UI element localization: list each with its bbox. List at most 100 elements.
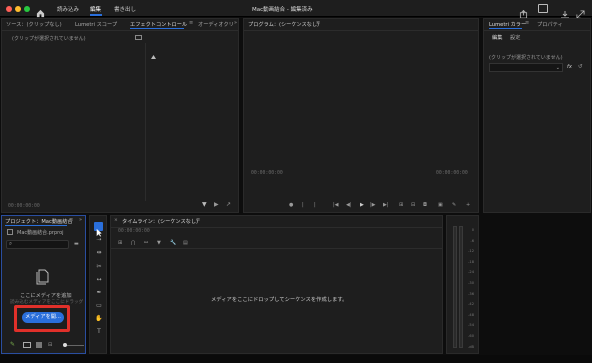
subtab-edit[interactable]: 編集 <box>492 34 502 41</box>
list-view-icon[interactable] <box>23 342 31 348</box>
drop-media-text: メディアをここにドロップしてシーケンスを作成します。 <box>211 297 348 303</box>
play-audio-icon[interactable]: ▶ <box>214 202 219 208</box>
panel-menu-icon[interactable]: ≡ <box>196 217 200 223</box>
play-icon[interactable]: ▶ <box>360 202 364 208</box>
active-tab-underline <box>489 28 522 29</box>
fx-toggle[interactable]: fx <box>567 64 572 70</box>
no-clip-text: (クリップが選択されていません) <box>12 36 86 42</box>
filter-icon[interactable]: ▼ <box>202 202 207 208</box>
fullscreen-icon[interactable] <box>576 4 585 19</box>
divider <box>2 30 238 31</box>
step-forward-icon[interactable]: |▶ <box>370 202 376 208</box>
project-title: Mac動画結合 - 編集済み <box>252 7 313 13</box>
subtab-settings[interactable]: 設定 <box>510 34 520 41</box>
divider <box>111 227 442 228</box>
linked-select-icon[interactable]: ⚯ <box>144 240 148 246</box>
premiere-window: 読み込み 編集 書き出し Mac動画結合 - 編集済み ソース：(クリップなし)… <box>0 0 592 363</box>
tab-source[interactable]: ソース：(クリップなし) <box>6 21 62 28</box>
program-monitor-panel: プログラム：(シーケンスなし) ≡ 00:00:00:00 00:00:00:0… <box>243 18 479 213</box>
overflow-chevron-icon[interactable]: » <box>234 20 237 26</box>
camera-icon[interactable]: ◘ <box>423 202 427 208</box>
compare-icon[interactable]: ▣ <box>438 202 443 208</box>
open-media-button[interactable]: メディアを開... <box>22 312 64 323</box>
icon-view-icon[interactable] <box>36 342 42 348</box>
panel-toggle-icon[interactable] <box>135 35 142 40</box>
share-icon[interactable] <box>519 4 528 19</box>
minimize-window-button[interactable] <box>15 6 21 12</box>
tab-properties[interactable]: プロパティ <box>537 21 563 28</box>
program-title: プログラム：(シーケンスなし) <box>248 22 320 28</box>
active-tab-underline <box>5 225 67 226</box>
razor-icon[interactable]: ✂ <box>95 263 103 271</box>
panel-menu-icon[interactable]: ≡ <box>189 20 193 26</box>
step-back-icon[interactable]: ◀| <box>346 202 352 208</box>
active-tab-underline <box>90 14 102 16</box>
zoom-window-button[interactable] <box>24 6 30 12</box>
program-duration: 00:00:00:00 <box>436 171 468 176</box>
reset-icon[interactable]: ↺ <box>578 64 583 70</box>
ripple-edit-icon[interactable]: ⇹ <box>95 249 103 257</box>
import-media-icon <box>34 267 52 285</box>
clip-dropdown[interactable]: ⌄ <box>489 63 563 72</box>
pencil-icon[interactable]: ✎ <box>10 342 15 348</box>
pen-icon[interactable]: ✒ <box>95 289 103 297</box>
go-to-out-icon[interactable]: ▶| <box>383 202 389 208</box>
freeform-view-icon[interactable]: ⊟ <box>48 342 52 348</box>
panel-menu-icon[interactable]: ≡ <box>316 20 320 26</box>
timeline-timecode: 00:00:00:00 <box>118 229 150 234</box>
snap-icon[interactable]: ⋂ <box>131 240 135 246</box>
divider <box>111 248 442 249</box>
meter-left <box>453 226 457 348</box>
track-select-icon[interactable]: ⇢ <box>95 236 103 244</box>
tab-lumetri-scopes[interactable]: Lumetri スコープ <box>75 21 117 28</box>
add-button-icon[interactable]: + <box>466 202 470 208</box>
nest-icon[interactable]: ⊞ <box>118 240 122 246</box>
zoom-slider-handle[interactable] <box>63 343 67 347</box>
scroll-up-icon[interactable] <box>151 44 156 59</box>
mark-out-icon[interactable]: | <box>314 202 316 208</box>
tab-export[interactable]: 書き出し <box>114 5 136 13</box>
type-tool-icon[interactable]: T <box>95 328 103 336</box>
mark-in-icon[interactable]: | <box>302 202 304 208</box>
project-file: Mac動画結合.prproj <box>17 230 64 236</box>
marker-icon[interactable]: ▼ <box>157 240 161 246</box>
tab-lumetri-color[interactable]: Lumetri カラー <box>489 21 526 28</box>
quick-export-icon[interactable] <box>560 4 570 19</box>
lumetri-color-panel: Lumetri カラー ≡ プロパティ 編集 設定 (クリップが選択されていませ… <box>483 18 591 213</box>
tab-edit[interactable]: 編集 <box>90 5 101 13</box>
meter-right <box>459 226 463 348</box>
panel-menu-icon[interactable]: ≡ <box>69 217 73 223</box>
effect-controls-panel: ソース：(クリップなし) Lumetri スコープ エフェクトコントロール ≡ … <box>1 18 239 213</box>
meter-label: -24 <box>468 270 474 275</box>
search-input[interactable]: ⌕ <box>6 240 69 249</box>
add-marker-icon[interactable]: ● <box>289 202 293 208</box>
lumetri-no-clip-text: (クリップが選択されていません) <box>489 55 563 61</box>
overwrite-icon[interactable]: ⊟ <box>411 202 415 208</box>
settings-icon[interactable]: ✎ <box>452 202 456 208</box>
export-frame-icon[interactable]: ↗ <box>226 202 231 208</box>
project-title: プロジェクト：Mac動画結合 <box>5 219 73 225</box>
search-icon: ⌕ <box>9 241 13 247</box>
close-panel-icon[interactable]: × <box>114 218 118 224</box>
tab-audio-clip[interactable]: オーディオクリ <box>198 21 234 28</box>
workspace-icon[interactable] <box>538 4 548 13</box>
selection-tool-button[interactable] <box>94 222 103 237</box>
slip-icon[interactable]: ↔ <box>95 276 103 284</box>
captions-icon[interactable]: ▤ <box>183 240 188 246</box>
home-icon[interactable] <box>36 3 45 18</box>
wrench-icon[interactable]: 🔧 <box>170 240 176 246</box>
zoom-slider[interactable] <box>64 345 84 346</box>
go-to-in-icon[interactable]: |◀ <box>333 202 339 208</box>
meter-label: -36 <box>468 291 474 296</box>
tab-effect-controls[interactable]: エフェクトコントロール <box>130 21 187 28</box>
hand-icon[interactable]: ✋ <box>95 315 103 323</box>
tab-import[interactable]: 読み込み <box>57 5 79 13</box>
rectangle-icon[interactable]: ▭ <box>95 302 103 310</box>
insert-icon[interactable]: ⊞ <box>399 202 403 208</box>
active-tab-underline <box>130 28 184 29</box>
close-window-button[interactable] <box>6 6 12 12</box>
overflow-chevron-icon[interactable]: » <box>79 217 82 223</box>
new-bin-icon[interactable]: ▬ <box>74 241 79 247</box>
import-text: ここにメディアを追加 <box>20 293 72 299</box>
panel-menu-icon[interactable]: ≡ <box>525 20 529 26</box>
